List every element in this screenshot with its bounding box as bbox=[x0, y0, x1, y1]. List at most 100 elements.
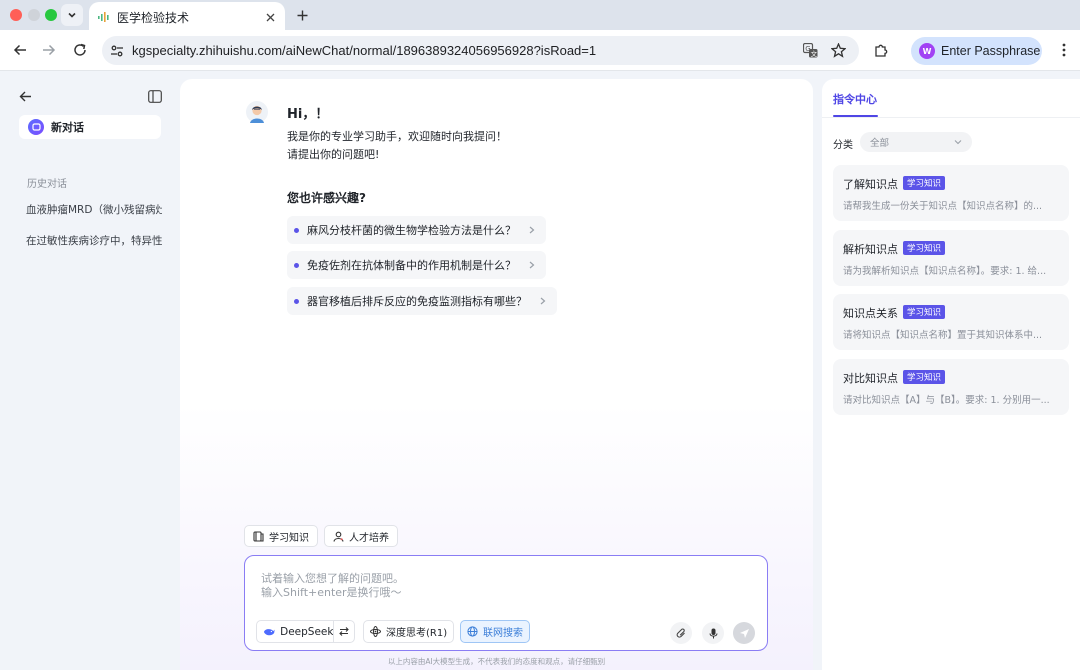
browser-tab[interactable]: 医学检验技术 bbox=[89, 2, 285, 32]
arrow-right-icon bbox=[43, 44, 56, 56]
deep-think-label: 深度思考(R1) bbox=[386, 628, 448, 639]
chevron-down-icon bbox=[954, 140, 962, 145]
chip-talent-training[interactable]: 人才培养 bbox=[324, 525, 398, 547]
bookmark-button[interactable] bbox=[828, 40, 848, 60]
suggested-question-text: 器官移植后排斥反应的免疫监测指标有哪些？ bbox=[307, 295, 527, 308]
suggested-question-text: 麻风分枝杆菌的微生物学检验方法是什么？ bbox=[307, 224, 516, 237]
suggested-question[interactable]: 免疫佐剂在抗体制备中的作用机制是什么？ bbox=[287, 251, 546, 279]
tab-search-button[interactable] bbox=[61, 4, 83, 26]
arrow-left-icon bbox=[19, 91, 31, 101]
chat-sidebar: 新对话 历史对话 血液肿瘤MRD（微小残留病灶） 在过敏性疾病诊疗中，特异性Ig… bbox=[0, 71, 180, 670]
chevron-right-icon bbox=[537, 295, 549, 307]
maximize-window-button[interactable] bbox=[45, 9, 57, 21]
bullet-dot bbox=[294, 227, 299, 233]
command-card[interactable]: 对比知识点 学习知识 请对比知识点【A】与【B】。要求: 1. 分别用一... bbox=[833, 359, 1069, 415]
arrow-left-icon bbox=[13, 44, 26, 56]
attach-button[interactable] bbox=[670, 622, 692, 644]
card-tag: 学习知识 bbox=[903, 176, 946, 190]
command-card[interactable]: 解析知识点 学习知识 请为我解析知识点【知识点名称】。要求: 1. 给... bbox=[833, 230, 1069, 286]
sidebar-collapse-button[interactable] bbox=[145, 86, 165, 106]
card-tag: 学习知识 bbox=[903, 241, 946, 255]
more-vertical-icon bbox=[1062, 43, 1066, 57]
reload-icon bbox=[74, 43, 86, 56]
history-item[interactable]: 在过敏性疾病诊疗中，特异性IgE bbox=[26, 233, 162, 248]
deepseek-whale-icon bbox=[263, 628, 275, 635]
command-center-panel: 指令中心 分类 全部 了解知识点 学习知识 请帮我生成一份关于知识点【知识点名称… bbox=[822, 79, 1080, 670]
web-search-toggle[interactable]: 联网搜索 bbox=[460, 620, 530, 643]
assistant-avatar-icon bbox=[246, 101, 268, 123]
greeting-line: 我是你的专业学习助手，欢迎随时向我提问！ bbox=[287, 130, 507, 143]
url-text: kgspecialty.zhihuishu.com/aiNewChat/norm… bbox=[132, 43, 597, 58]
new-tab-button[interactable] bbox=[292, 5, 312, 25]
minimize-window-button[interactable] bbox=[28, 9, 40, 21]
extensions-button[interactable] bbox=[871, 40, 891, 60]
greeting-title: Hi，！ bbox=[287, 107, 329, 122]
chevron-right-icon bbox=[526, 224, 538, 236]
tab-title: 医学检验技术 bbox=[117, 10, 190, 25]
panel-divider bbox=[822, 117, 1080, 118]
site-info-icon[interactable] bbox=[110, 44, 124, 58]
suggested-question[interactable]: 器官移植后排斥反应的免疫监测指标有哪些？ bbox=[287, 287, 557, 315]
voice-input-button[interactable] bbox=[702, 622, 724, 644]
chip-learn-knowledge[interactable]: 学习知识 bbox=[244, 525, 318, 547]
bullet-dot bbox=[294, 298, 299, 304]
reload-button[interactable] bbox=[70, 40, 90, 60]
card-tag: 学习知识 bbox=[903, 370, 946, 384]
new-chat-label: 新对话 bbox=[51, 121, 84, 134]
chevron-right-icon bbox=[526, 259, 538, 271]
card-description: 请对比知识点【A】与【B】。要求: 1. 分别用一... bbox=[843, 395, 1050, 406]
globe-icon bbox=[467, 626, 478, 637]
back-button[interactable] bbox=[10, 40, 30, 60]
suggested-question-text: 免疫佐剂在抗体制备中的作用机制是什么？ bbox=[307, 259, 516, 272]
category-select[interactable]: 全部 bbox=[860, 132, 972, 152]
forward-button[interactable] bbox=[39, 40, 59, 60]
site-favicon-icon bbox=[98, 12, 109, 22]
profile-avatar: W bbox=[919, 43, 935, 59]
model-name: DeepSeek bbox=[280, 625, 334, 638]
svg-text:文: 文 bbox=[810, 49, 817, 58]
send-button[interactable] bbox=[733, 622, 755, 644]
chevron-down-icon bbox=[68, 12, 76, 18]
translate-icon: G文 bbox=[802, 42, 817, 58]
card-tag: 学习知识 bbox=[903, 305, 946, 319]
card-title: 知识点关系 bbox=[843, 307, 898, 320]
star-icon bbox=[830, 42, 846, 58]
microphone-icon bbox=[709, 628, 717, 638]
swap-icon[interactable] bbox=[333, 620, 354, 643]
puzzle-icon bbox=[874, 44, 887, 57]
sidebar-toggle-icon bbox=[148, 89, 162, 103]
command-card[interactable]: 了解知识点 学习知识 请帮我生成一份关于知识点【知识点名称】的... bbox=[833, 165, 1069, 221]
chat-main-panel: Hi，！ 我是你的专业学习助手，欢迎随时向我提问！ 请提出你的问题吧! 您也许感… bbox=[180, 79, 813, 670]
sidebar-back-button[interactable] bbox=[15, 86, 35, 106]
new-chat-button[interactable]: 新对话 bbox=[19, 115, 161, 139]
chat-input[interactable]: 试着输入您想了解的问题吧。 输入Shift+enter是换行哦～ DeepSee… bbox=[244, 555, 768, 651]
profile-button[interactable]: W Enter Passphrase bbox=[911, 37, 1042, 65]
card-title: 对比知识点 bbox=[843, 372, 898, 385]
model-selector[interactable]: DeepSeek bbox=[256, 620, 355, 643]
category-value: 全部 bbox=[870, 138, 890, 149]
address-bar[interactable]: kgspecialty.zhihuishu.com/aiNewChat/norm… bbox=[102, 36, 859, 65]
suggestions-title: 您也许感兴趣? bbox=[287, 191, 366, 205]
web-search-label: 联网搜索 bbox=[483, 628, 523, 639]
close-window-button[interactable] bbox=[10, 9, 22, 21]
book-icon bbox=[253, 530, 264, 542]
category-label: 分类 bbox=[833, 140, 853, 151]
close-icon bbox=[266, 13, 274, 21]
greeting-line: 请提出你的问题吧! bbox=[287, 148, 380, 161]
suggested-question[interactable]: 麻风分枝杆菌的微生物学检验方法是什么？ bbox=[287, 216, 546, 244]
tab-close-button[interactable] bbox=[261, 8, 279, 26]
deep-think-toggle[interactable]: 深度思考(R1) bbox=[363, 620, 455, 643]
send-icon bbox=[739, 628, 749, 638]
atom-icon bbox=[370, 626, 381, 637]
command-card[interactable]: 知识点关系 学习知识 请将知识点【知识点名称】置于其知识体系中... bbox=[833, 294, 1069, 350]
paperclip-icon bbox=[676, 628, 685, 638]
translate-button[interactable]: G文 bbox=[800, 40, 820, 60]
chip-label: 学习知识 bbox=[269, 532, 309, 544]
history-item[interactable]: 血液肿瘤MRD（微小残留病灶） bbox=[26, 202, 162, 217]
card-description: 请将知识点【知识点名称】置于其知识体系中... bbox=[843, 330, 1043, 341]
user-icon bbox=[333, 531, 344, 542]
browser-menu-button[interactable] bbox=[1054, 40, 1074, 60]
tab-command-center[interactable]: 指令中心 bbox=[833, 91, 877, 107]
input-placeholder: 输入Shift+enter是换行哦～ bbox=[261, 586, 402, 599]
ai-disclaimer: 以上内容由AI大模型生成，不代表我们的态度和观点，请仔细甄别 bbox=[387, 657, 606, 666]
